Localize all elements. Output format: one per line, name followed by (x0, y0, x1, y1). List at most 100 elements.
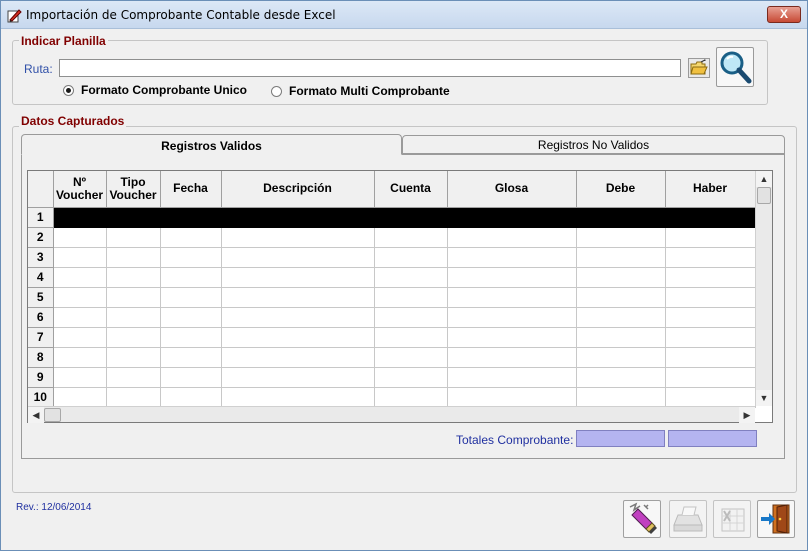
grid-cell[interactable] (160, 287, 222, 308)
grid-cell[interactable] (374, 327, 448, 348)
grid-cell[interactable] (374, 247, 448, 268)
table-row[interactable]: 1 (28, 207, 756, 228)
row-number[interactable]: 3 (28, 247, 54, 268)
grid-cell[interactable] (160, 367, 222, 388)
data-grid[interactable]: Nº Voucher Tipo Voucher Fecha Descripción … (27, 170, 773, 423)
clear-button[interactable] (623, 500, 661, 538)
grid-cell[interactable] (576, 247, 666, 268)
close-button[interactable]: X (767, 6, 801, 23)
grid-cell[interactable] (374, 227, 448, 248)
export-button[interactable] (713, 500, 751, 538)
grid-cell[interactable] (160, 207, 222, 228)
grid-cell[interactable] (447, 347, 577, 368)
row-number[interactable]: 7 (28, 327, 54, 348)
scroll-right-arrow-icon[interactable]: ▶ (739, 407, 755, 423)
exit-button[interactable] (757, 500, 795, 538)
col-tipo-voucher[interactable]: Tipo Voucher (106, 171, 161, 208)
grid-cell[interactable] (53, 387, 107, 408)
grid-cell[interactable] (447, 227, 577, 248)
row-number[interactable]: 6 (28, 307, 54, 328)
grid-cell[interactable] (106, 327, 161, 348)
row-number[interactable]: 8 (28, 347, 54, 368)
col-haber[interactable]: Haber (665, 171, 756, 208)
grid-cell[interactable] (106, 307, 161, 328)
grid-cell[interactable] (374, 267, 448, 288)
grid-cell[interactable] (221, 387, 375, 408)
col-glosa[interactable]: Glosa (447, 171, 577, 208)
grid-cell[interactable] (665, 207, 756, 228)
col-fecha[interactable]: Fecha (160, 171, 222, 208)
grid-cell[interactable] (160, 307, 222, 328)
grid-cell[interactable] (106, 247, 161, 268)
grid-cell[interactable] (221, 307, 375, 328)
table-row[interactable]: 2 (28, 227, 756, 248)
grid-cell[interactable] (374, 387, 448, 408)
grid-cell[interactable] (160, 247, 222, 268)
grid-cell[interactable] (576, 387, 666, 408)
tab-registros-validos[interactable]: Registros Validos (21, 134, 402, 155)
radio-formato-multi[interactable]: Formato Multi Comprobante (271, 84, 450, 98)
ruta-input[interactable] (59, 59, 681, 77)
grid-cell[interactable] (160, 267, 222, 288)
grid-cell[interactable] (221, 347, 375, 368)
grid-cell[interactable] (374, 367, 448, 388)
grid-cell[interactable] (665, 387, 756, 408)
scroll-down-arrow-icon[interactable]: ▼ (756, 390, 772, 406)
grid-cell[interactable] (665, 327, 756, 348)
grid-cell[interactable] (447, 307, 577, 328)
vertical-scrollbar[interactable]: ▲ ▼ (755, 171, 772, 406)
table-row[interactable]: 6 (28, 307, 756, 328)
grid-cell[interactable] (106, 207, 161, 228)
horizontal-scrollbar[interactable]: ◀ ▶ (28, 406, 755, 423)
grid-cell[interactable] (665, 347, 756, 368)
row-number[interactable]: 4 (28, 267, 54, 288)
grid-cell[interactable] (576, 307, 666, 328)
grid-cell[interactable] (221, 367, 375, 388)
grid-cell[interactable] (106, 387, 161, 408)
horizontal-scroll-thumb[interactable] (44, 408, 61, 422)
grid-cell[interactable] (53, 307, 107, 328)
grid-cell[interactable] (447, 207, 577, 228)
col-debe[interactable]: Debe (576, 171, 666, 208)
grid-cell[interactable] (374, 347, 448, 368)
grid-cell[interactable] (53, 207, 107, 228)
grid-cell[interactable] (106, 367, 161, 388)
grid-cell[interactable] (665, 247, 756, 268)
grid-cell[interactable] (53, 327, 107, 348)
load-button[interactable] (716, 47, 754, 87)
grid-cell[interactable] (221, 287, 375, 308)
row-number[interactable]: 1 (28, 207, 54, 228)
grid-cell[interactable] (447, 287, 577, 308)
grid-cell[interactable] (221, 247, 375, 268)
grid-cell[interactable] (447, 327, 577, 348)
table-row[interactable]: 8 (28, 347, 756, 368)
grid-cell[interactable] (374, 207, 448, 228)
print-button[interactable] (669, 500, 707, 538)
grid-cell[interactable] (160, 327, 222, 348)
grid-cell[interactable] (576, 267, 666, 288)
grid-cell[interactable] (374, 287, 448, 308)
grid-cell[interactable] (221, 207, 375, 228)
grid-cell[interactable] (665, 227, 756, 248)
grid-cell[interactable] (576, 287, 666, 308)
grid-cell[interactable] (447, 247, 577, 268)
grid-cell[interactable] (665, 367, 756, 388)
row-number[interactable]: 5 (28, 287, 54, 308)
table-row[interactable]: 9 (28, 367, 756, 388)
grid-cell[interactable] (160, 387, 222, 408)
grid-cell[interactable] (576, 367, 666, 388)
grid-cell[interactable] (576, 327, 666, 348)
row-number[interactable]: 9 (28, 367, 54, 388)
grid-cell[interactable] (576, 347, 666, 368)
table-row[interactable]: 3 (28, 247, 756, 268)
grid-cell[interactable] (106, 347, 161, 368)
col-cuenta[interactable]: Cuenta (374, 171, 448, 208)
scroll-left-arrow-icon[interactable]: ◀ (28, 407, 44, 423)
vertical-scroll-thumb[interactable] (757, 187, 771, 204)
grid-cell[interactable] (665, 287, 756, 308)
grid-cell[interactable] (665, 267, 756, 288)
grid-cell[interactable] (53, 367, 107, 388)
row-number[interactable]: 2 (28, 227, 54, 248)
grid-cell[interactable] (221, 327, 375, 348)
grid-cell[interactable] (53, 247, 107, 268)
